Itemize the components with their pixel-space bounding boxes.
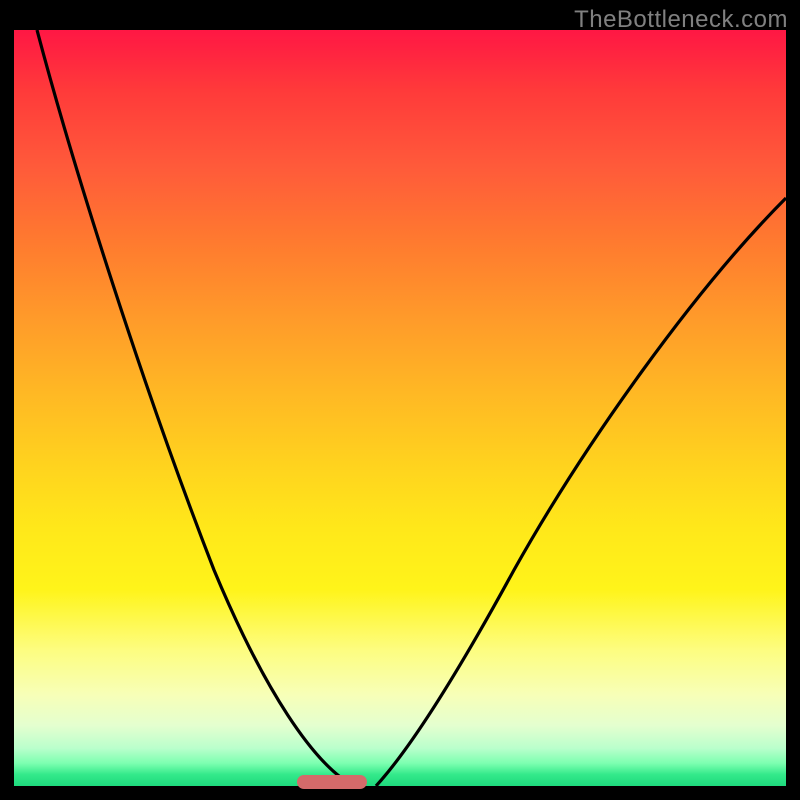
watermark-text: TheBottleneck.com <box>574 6 788 34</box>
optimal-range-marker <box>297 775 367 789</box>
curve-left-branch <box>37 30 354 786</box>
bottleneck-curve <box>14 30 786 786</box>
curve-right-branch <box>376 198 786 786</box>
chart-plot-area <box>14 30 786 786</box>
